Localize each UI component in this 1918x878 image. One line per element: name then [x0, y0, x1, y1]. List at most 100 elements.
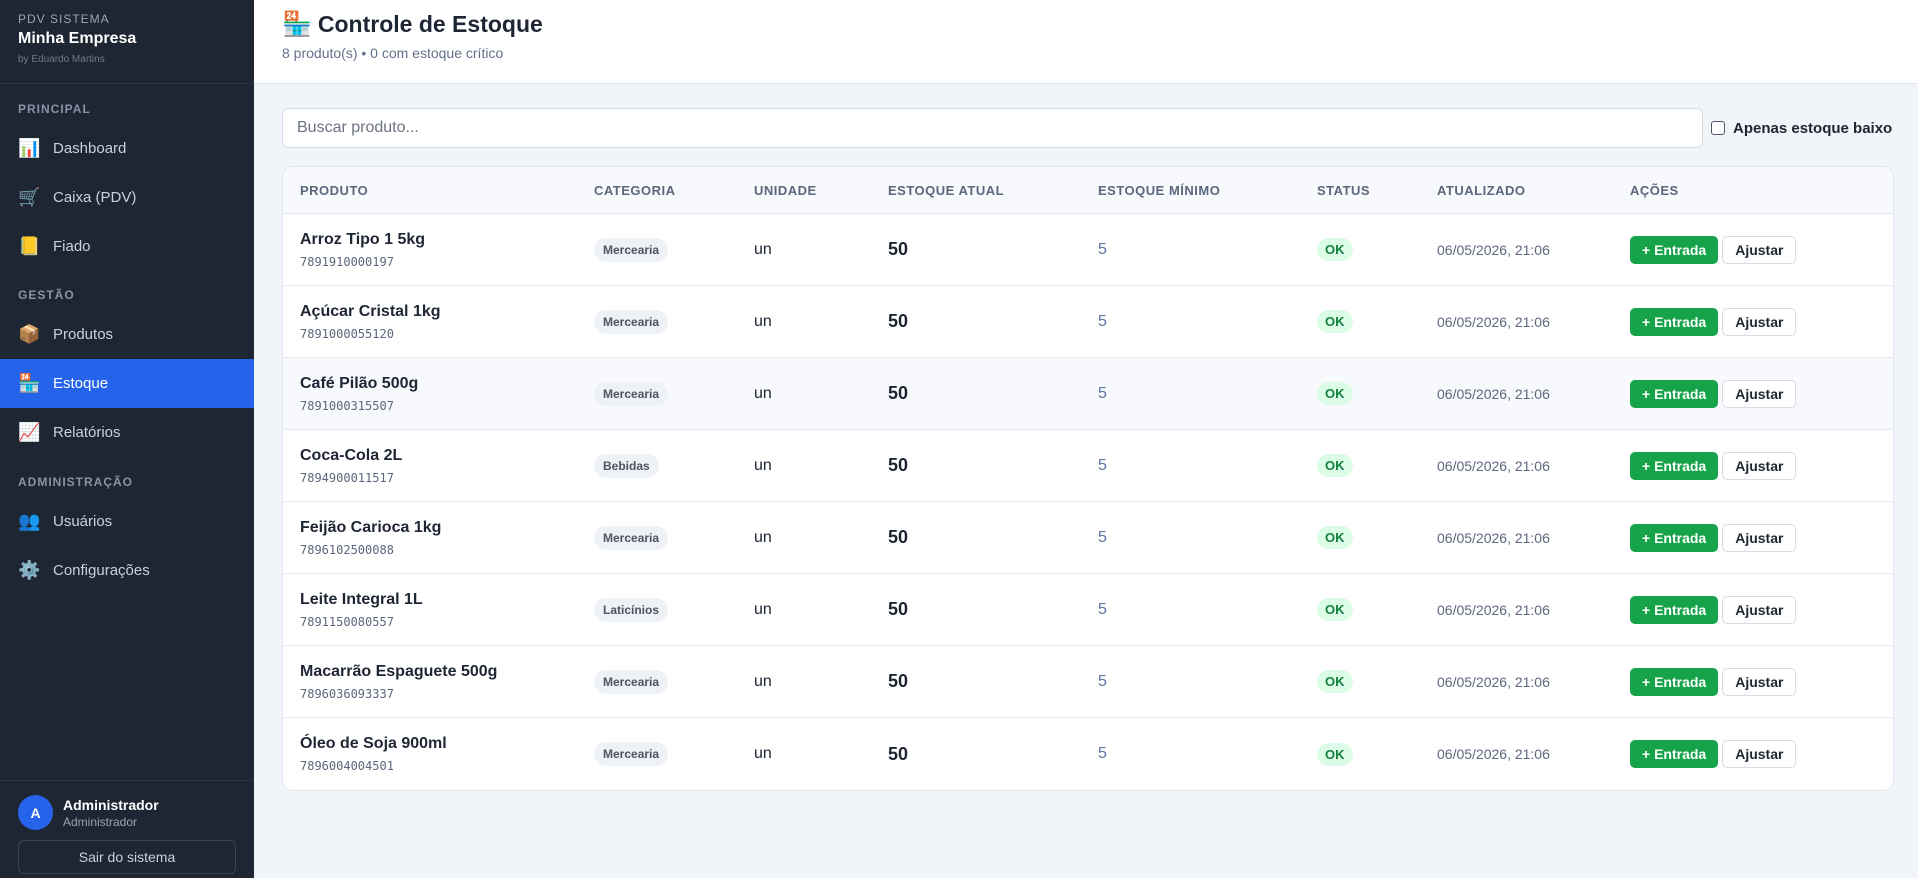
- brand-name: Minha Empresa: [18, 30, 137, 47]
- sidebar-item-caixa[interactable]: 🛒 Caixa (PDV): [0, 173, 254, 222]
- search-input[interactable]: [282, 108, 1703, 148]
- sidebar-item-produtos[interactable]: 📦 Produtos: [0, 310, 254, 359]
- ajustar-button[interactable]: Ajustar: [1722, 595, 1797, 624]
- sidebar-item-label: Dashboard: [53, 140, 127, 157]
- product-barcode: 7896102500088: [300, 542, 394, 557]
- status-badge: OK: [1317, 526, 1353, 549]
- status-cell: OK: [1317, 742, 1437, 766]
- minimum-stock: 5: [1098, 456, 1107, 474]
- column-header: UNIDADE: [754, 182, 817, 198]
- actions-cell: + Entrada Ajustar: [1630, 667, 1893, 696]
- category-cell: Mercearia: [594, 669, 754, 694]
- category-cell: Mercearia: [594, 309, 754, 334]
- product-name: Café Pilão 500g: [300, 374, 419, 392]
- minimum-stock: 5: [1098, 528, 1107, 546]
- user-panel: A Administrador Administrador Sair do si…: [0, 780, 254, 878]
- current-stock: 50: [888, 383, 909, 403]
- entrada-button[interactable]: + Entrada: [1630, 595, 1719, 624]
- actions-cell: + Entrada Ajustar: [1630, 307, 1893, 336]
- sidebar-item-usuarios[interactable]: 👥 Usuários: [0, 497, 254, 546]
- ajustar-button[interactable]: Ajustar: [1722, 523, 1797, 552]
- sidebar-item-label: Estoque: [53, 375, 109, 392]
- sidebar-item-estoque[interactable]: 🏪 Estoque: [0, 359, 254, 408]
- page-header: 🏪 Controle de Estoque 8 produto(s) • 0 c…: [254, 0, 1918, 84]
- product-cell: Óleo de Soja 900ml 7896004004501: [283, 735, 594, 773]
- unit-cell: un: [754, 672, 772, 690]
- sidebar-item-label: Caixa (PDV): [53, 189, 137, 206]
- product-cell: Feijão Carioca 1kg 7896102500088: [283, 519, 594, 557]
- status-cell: OK: [1317, 454, 1437, 477]
- sidebar-item-fiado[interactable]: 📒 Fiado: [0, 222, 254, 271]
- current-stock: 50: [888, 671, 909, 691]
- minimum-stock: 5: [1098, 240, 1107, 258]
- sidebar-item-label: Relatórios: [53, 424, 121, 441]
- actions-cell: + Entrada Ajustar: [1630, 235, 1893, 264]
- package-icon: 📦: [18, 324, 41, 344]
- updated-at: 06/05/2026, 21:06: [1437, 601, 1550, 618]
- entrada-button[interactable]: + Entrada: [1630, 451, 1719, 480]
- status-badge: OK: [1317, 238, 1353, 261]
- brand: PDV SISTEMA Minha Empresa by Eduardo Mar…: [0, 0, 254, 84]
- nav-section-title: GESTÃO: [18, 288, 75, 302]
- category-cell: Mercearia: [594, 525, 754, 550]
- ajustar-button[interactable]: Ajustar: [1722, 307, 1797, 336]
- stock-table: PRODUTO CATEGORIA UNIDADE ESTOQUE ATUAL …: [282, 166, 1894, 791]
- table-row: Macarrão Espaguete 500g 7896036093337 Merc…: [283, 646, 1893, 718]
- product-barcode: 7891910000197: [300, 254, 394, 269]
- category-cell: Mercearia: [594, 742, 754, 766]
- sidebar-item-configuracoes[interactable]: ⚙️ Configurações: [0, 546, 254, 595]
- entrada-button[interactable]: + Entrada: [1630, 740, 1719, 768]
- product-cell: Arroz Tipo 1 5kg 7891910000197: [283, 231, 594, 269]
- current-stock: 50: [888, 527, 909, 547]
- low-stock-checkbox[interactable]: [1711, 121, 1725, 135]
- sidebar-item-label: Usuários: [53, 513, 113, 530]
- logout-button[interactable]: Sair do sistema: [18, 840, 236, 874]
- page-title-text: Controle de Estoque: [317, 11, 543, 37]
- current-stock: 50: [888, 239, 909, 259]
- ajustar-button[interactable]: Ajustar: [1722, 451, 1797, 480]
- product-cell: Açúcar Cristal 1kg 7891000055120: [283, 303, 594, 341]
- cart-icon: 🛒: [18, 187, 41, 207]
- store-icon: 🏪: [282, 11, 312, 38]
- product-name: Macarrão Espaguete 500g: [300, 662, 498, 680]
- unit-cell: un: [754, 240, 772, 258]
- minimum-stock: 5: [1098, 312, 1107, 330]
- minimum-stock: 5: [1098, 745, 1107, 762]
- current-stock: 50: [888, 311, 909, 331]
- entrada-button[interactable]: + Entrada: [1630, 379, 1719, 408]
- sidebar-item-relatorios[interactable]: 📈 Relatórios: [0, 408, 254, 457]
- entrada-button[interactable]: + Entrada: [1630, 667, 1719, 696]
- table-row: Feijão Carioca 1kg 7896102500088 Mercearia…: [283, 502, 1893, 574]
- actions-cell: + Entrada Ajustar: [1630, 379, 1893, 408]
- category-badge: Bebidas: [594, 453, 659, 478]
- entrada-button[interactable]: + Entrada: [1630, 307, 1719, 336]
- product-name: Leite Integral 1L: [300, 590, 423, 608]
- category-badge: Mercearia: [594, 742, 669, 766]
- table-row: Açúcar Cristal 1kg 7891000055120 Mercearia…: [283, 286, 1893, 358]
- table-row: Óleo de Soja 900ml 7896004004501 Mercearia…: [283, 718, 1893, 790]
- user-name: Administrador: [63, 796, 159, 813]
- low-stock-filter[interactable]: Apenas estoque baixo: [1711, 120, 1892, 137]
- nav-section-title: PRINCIPAL: [18, 102, 91, 116]
- category-cell: Mercearia: [594, 237, 754, 262]
- updated-at: 06/05/2026, 21:06: [1437, 673, 1550, 690]
- sidebar: PDV SISTEMA Minha Empresa by Eduardo Mar…: [0, 0, 254, 878]
- user-role: Administrador: [63, 814, 138, 829]
- product-name: Arroz Tipo 1 5kg: [300, 230, 426, 248]
- status-badge: OK: [1317, 310, 1353, 333]
- ajustar-button[interactable]: Ajustar: [1722, 740, 1797, 768]
- actions-cell: + Entrada Ajustar: [1630, 523, 1893, 552]
- actions-cell: + Entrada Ajustar: [1630, 451, 1893, 480]
- category-badge: Mercearia: [594, 381, 669, 406]
- ajustar-button[interactable]: Ajustar: [1722, 667, 1797, 696]
- unit-cell: un: [754, 456, 772, 474]
- entrada-button[interactable]: + Entrada: [1630, 523, 1719, 552]
- column-header: PRODUTO: [300, 182, 369, 198]
- sidebar-item-dashboard[interactable]: 📊 Dashboard: [0, 124, 254, 173]
- status-cell: OK: [1317, 310, 1437, 333]
- unit-cell: un: [754, 745, 772, 762]
- ajustar-button[interactable]: Ajustar: [1722, 379, 1797, 408]
- ajustar-button[interactable]: Ajustar: [1722, 235, 1797, 264]
- product-name: Óleo de Soja 900ml: [300, 735, 447, 752]
- entrada-button[interactable]: + Entrada: [1630, 235, 1719, 264]
